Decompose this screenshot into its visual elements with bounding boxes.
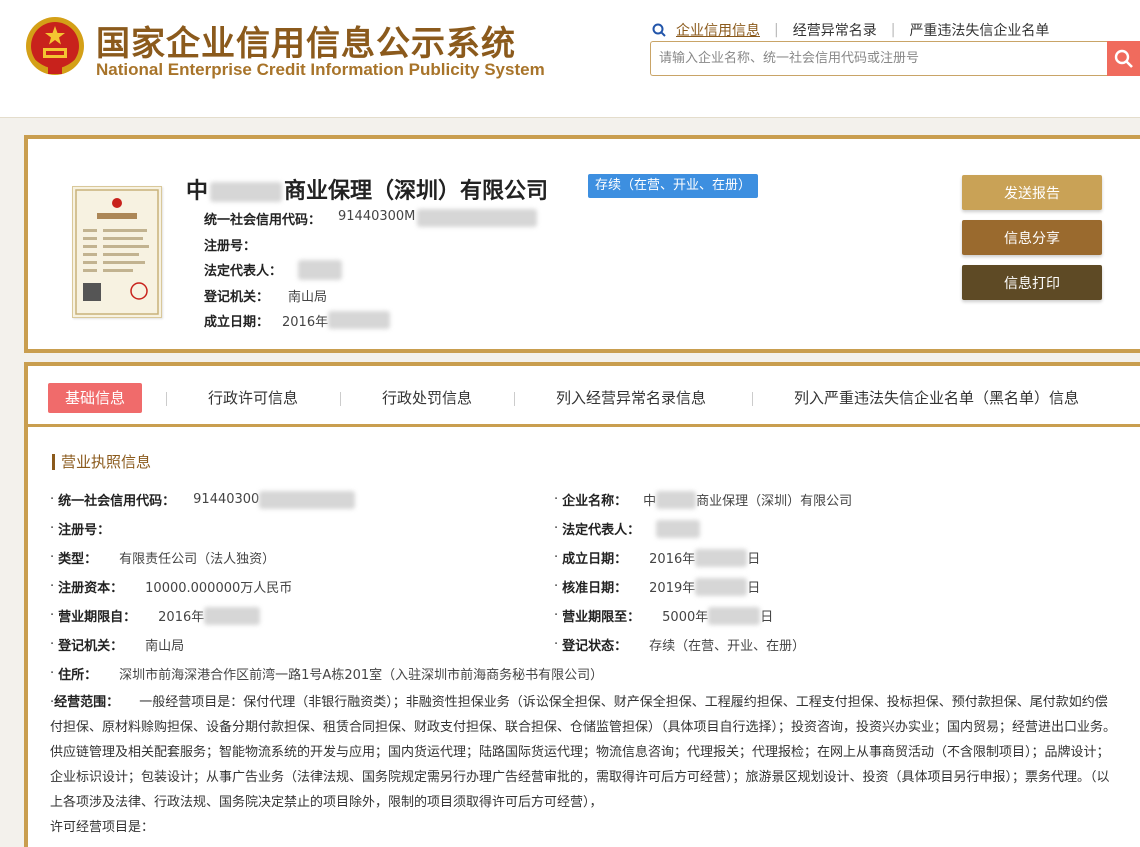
search-icon	[1114, 49, 1133, 68]
tab-blacklist[interactable]: 列入严重违法失信企业名单（黑名单）信息	[794, 383, 1079, 413]
nav-enterprise-credit[interactable]: 企业信用信息	[676, 20, 760, 40]
nav-blacklist[interactable]: 严重违法失信企业名单	[909, 20, 1049, 40]
section-title: 营业执照信息	[52, 454, 151, 470]
search-button[interactable]	[1107, 41, 1140, 76]
field-capital: · 注册资本： 10000.000000万人民币	[50, 579, 293, 596]
license-image-icon	[75, 189, 159, 315]
field-established: · 成立日期： 2016年 日	[554, 548, 761, 567]
redacted-text	[708, 606, 761, 625]
credit-code-row: 统一社会信用代码： 91440300M	[204, 209, 538, 228]
redacted-text	[298, 260, 342, 280]
top-nav: 企业信用信息 | 经营异常名录 | 严重违法失信企业名单	[652, 20, 1049, 40]
tab-divider	[340, 392, 341, 406]
field-approved: · 核准日期： 2019年 日	[554, 577, 761, 596]
site-subtitle: National Enterprise Credit Information P…	[96, 60, 545, 79]
redacted-text	[210, 182, 283, 202]
reg-no-row: 注册号：	[204, 239, 257, 254]
info-tabs: 基础信息 行政许可信息 行政处罚信息 列入经营异常名录信息 列入严重违法失信企业…	[28, 366, 1140, 427]
field-credit-code: · 统一社会信用代码： 91440300	[50, 490, 356, 509]
field-reg-no: · 注册号：	[50, 521, 111, 538]
tab-divider	[514, 392, 515, 406]
redacted-text	[417, 209, 538, 227]
redacted-text	[656, 490, 697, 509]
field-business-scope: ·经营范围： 一般经营项目是：保付代理（非银行融资类）；非融资性担保业务（诉讼保…	[50, 695, 1117, 835]
field-authority: · 登记机关： 南山局	[50, 637, 185, 654]
site-title: 国家企业信用信息公示系统	[96, 24, 516, 64]
print-info-button[interactable]: 信息打印	[962, 265, 1102, 300]
nav-divider: |	[774, 22, 779, 38]
share-info-button[interactable]: 信息分享	[962, 220, 1102, 255]
status-badge: 存续（在营、开业、在册）	[588, 174, 759, 198]
established-row: 成立日期： 2016年	[204, 311, 391, 330]
company-name: 中商业保理（深圳）有限公司	[186, 179, 549, 204]
company-summary-card: 中商业保理（深圳）有限公司 存续（在营、开业、在册） 统一社会信用代码： 914…	[24, 135, 1140, 353]
field-reg-status: · 登记状态： 存续（在营、开业、在册）	[554, 637, 806, 654]
nav-abnormal-list[interactable]: 经营异常名录	[793, 20, 877, 40]
redacted-text	[204, 606, 261, 625]
redacted-text	[695, 577, 748, 596]
field-term-from: · 营业期限自： 2016年	[50, 606, 261, 625]
legal-rep-row: 法定代表人：	[204, 260, 342, 280]
redacted-text	[695, 548, 748, 567]
field-term-to: · 营业期限至： 5000年 日	[554, 606, 774, 625]
redacted-text	[328, 311, 391, 329]
field-address: · 住所： 深圳市前海深港合作区前湾一路1号A栋201室（入驻深圳市前海商务秘书有…	[50, 666, 604, 683]
detail-panel: 基础信息 行政许可信息 行政处罚信息 列入经营异常名录信息 列入严重违法失信企业…	[24, 362, 1140, 847]
field-legal-rep: · 法定代表人：	[554, 519, 701, 538]
tab-divider	[166, 392, 167, 406]
tab-admin-penalty[interactable]: 行政处罚信息	[382, 383, 472, 413]
redacted-text	[259, 490, 356, 509]
field-company-name: · 企业名称： 中 商业保理（深圳）有限公司	[554, 490, 853, 509]
search-input[interactable]	[650, 41, 1108, 76]
nav-divider: |	[890, 22, 896, 38]
redacted-text	[656, 519, 701, 538]
business-license-thumbnail[interactable]	[72, 186, 162, 318]
tab-abnormal-list[interactable]: 列入经营异常名录信息	[556, 383, 706, 413]
tab-admin-license[interactable]: 行政许可信息	[208, 383, 298, 413]
tab-divider	[752, 392, 753, 406]
site-header: 国家企业信用信息公示系统 National Enterprise Credit …	[0, 0, 1140, 118]
tab-basic-info[interactable]: 基础信息	[48, 383, 143, 413]
send-report-button[interactable]: 发送报告	[962, 175, 1102, 210]
search-icon	[652, 23, 666, 37]
field-type: · 类型： 有限责任公司（法人独资）	[50, 550, 276, 567]
authority-row: 登记机关： 南山局	[204, 290, 328, 305]
national-emblem-icon	[26, 17, 84, 75]
